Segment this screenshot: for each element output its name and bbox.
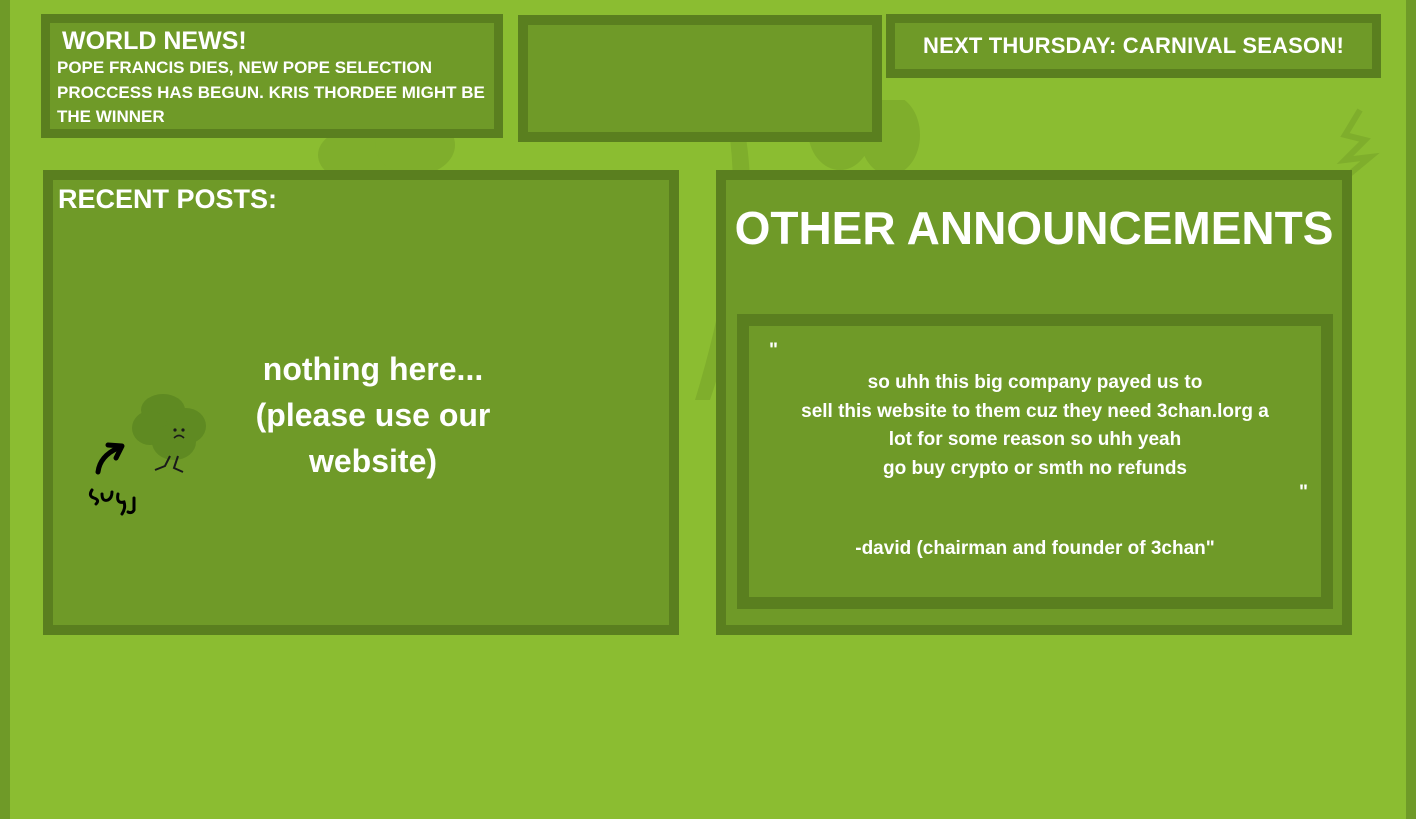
announcement-quote-box: " so uhh this big company payed us to se… xyxy=(737,314,1333,609)
close-quote-mark: " xyxy=(1299,482,1309,503)
world-news-panel: WORLD NEWS! POPE FRANCIS DIES, NEW POPE … xyxy=(41,14,503,138)
event-banner-text: NEXT THURSDAY: CARNIVAL SEASON! xyxy=(923,33,1344,58)
open-quote-mark: " xyxy=(769,340,779,361)
event-banner-panel: NEXT THURSDAY: CARNIVAL SEASON! xyxy=(886,14,1381,78)
world-news-title: WORLD NEWS! xyxy=(62,27,247,55)
empty-banner-panel xyxy=(518,15,882,142)
announcements-title: OTHER ANNOUNCEMENTS xyxy=(734,202,1334,254)
left-frame-edge xyxy=(0,0,10,819)
announcements-panel: OTHER ANNOUNCEMENTS " so uhh this big co… xyxy=(716,170,1352,635)
sad-clover-doodle-icon xyxy=(88,394,206,516)
announcement-signature: -david (chairman and founder of 3chan" xyxy=(855,538,1215,559)
announcement-message: so uhh this big company payed us to sell… xyxy=(801,372,1269,479)
world-news-body: POPE FRANCIS DIES, NEW POPE SELECTION PR… xyxy=(57,58,485,126)
recent-posts-title: RECENT POSTS: xyxy=(58,184,278,214)
recent-posts-panel: RECENT POSTS: nothing here... (please us… xyxy=(43,170,679,635)
recent-posts-empty-message: nothing here... (please use our website) xyxy=(255,351,491,479)
right-frame-edge xyxy=(1406,0,1416,819)
